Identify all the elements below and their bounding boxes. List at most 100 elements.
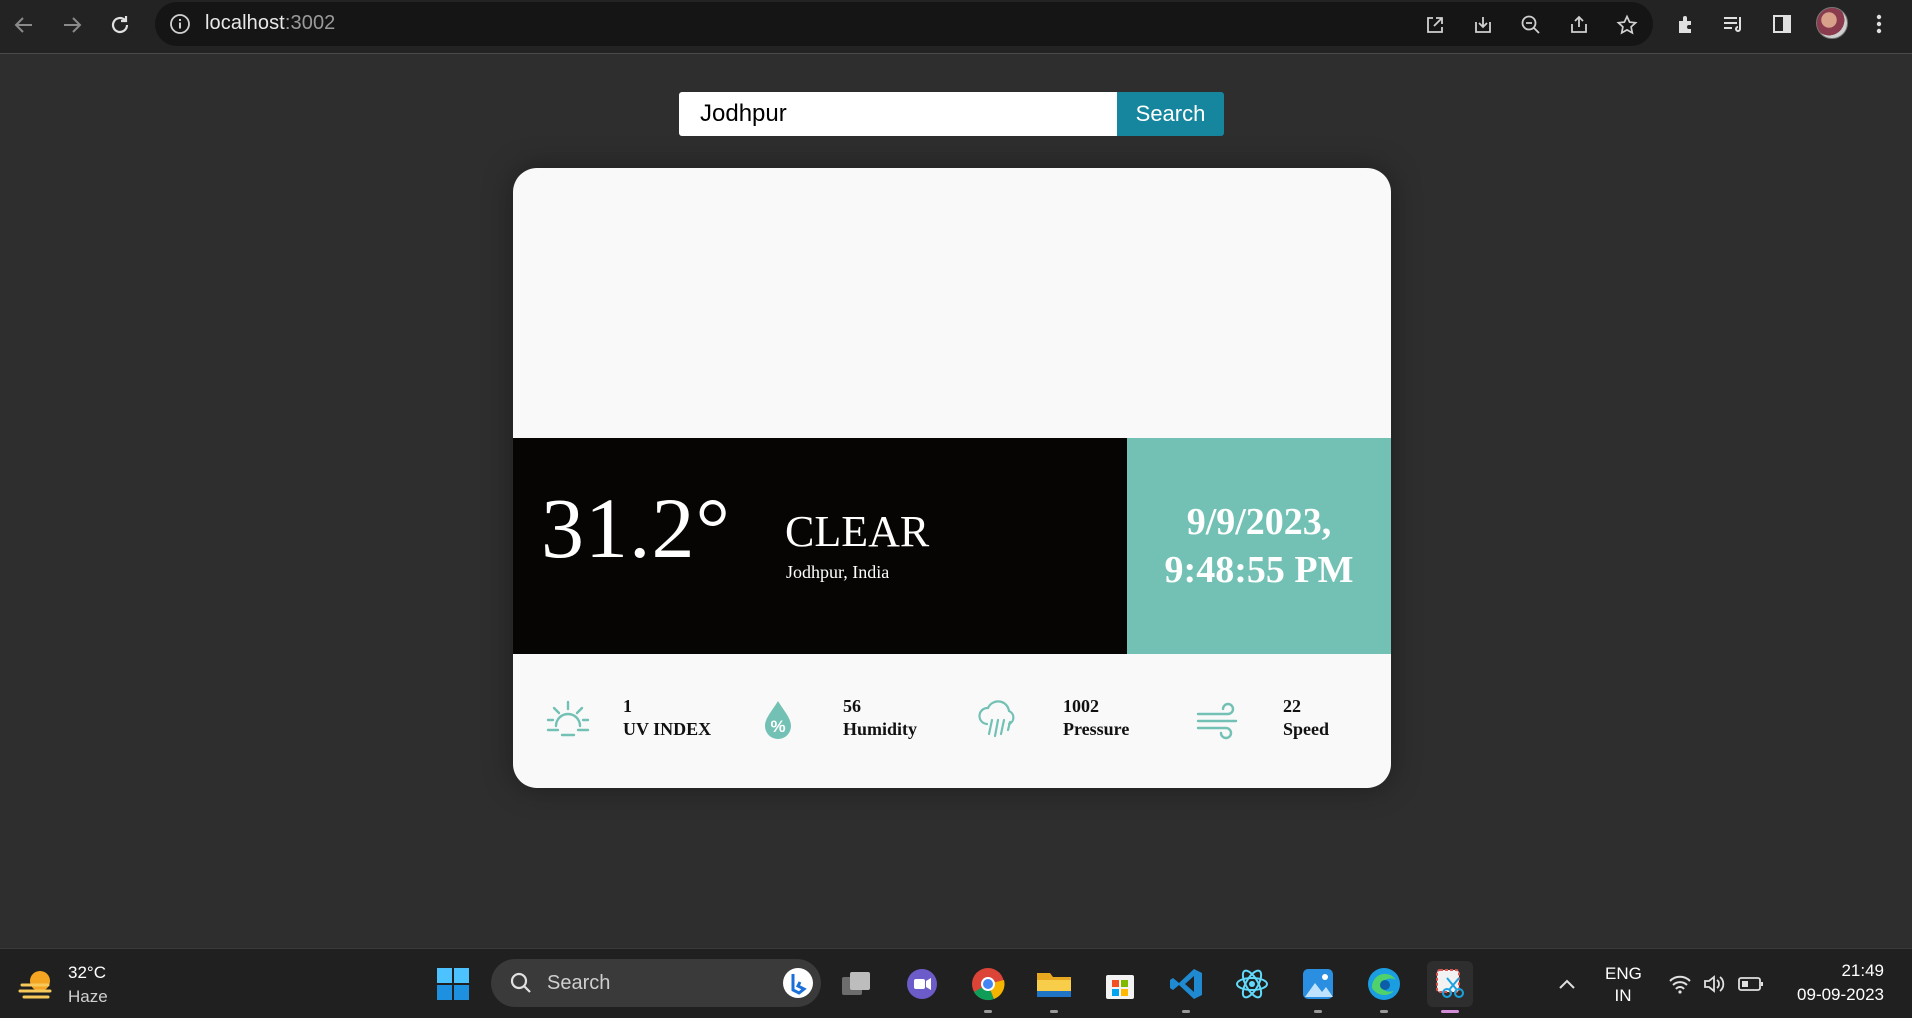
bookmark-star-icon[interactable] <box>1613 11 1641 39</box>
store-icon <box>1106 975 1134 999</box>
browser-toolbar: localhost:3002 <box>0 0 1912 54</box>
task-view-icon <box>842 972 870 995</box>
taskbar-weather-temp: 32°C <box>68 963 106 982</box>
start-button[interactable] <box>430 961 476 1007</box>
teams-chat-icon <box>907 969 937 999</box>
taskbar-search-box[interactable]: Search <box>491 959 821 1007</box>
pressure-value: 1002 <box>1063 696 1099 716</box>
microsoft-store-button[interactable] <box>1097 961 1143 1007</box>
city-search-form: Search <box>679 92 1224 136</box>
bing-icon[interactable] <box>781 966 815 1000</box>
teams-chat-button[interactable] <box>899 961 945 1007</box>
chevron-up-icon <box>1559 979 1575 989</box>
url-port: :3002 <box>284 12 336 34</box>
uv-index-value: 1 <box>623 696 632 716</box>
city-search-input[interactable] <box>679 92 1117 136</box>
photos-icon <box>1303 969 1333 999</box>
active-indicator <box>1441 1010 1459 1013</box>
system-clock[interactable]: 21:49 09-09-2023 <box>1797 959 1884 1007</box>
zoom-out-icon[interactable] <box>1517 11 1545 39</box>
weather-icon-area <box>513 168 1391 438</box>
svg-text:%: % <box>770 717 785 736</box>
profile-avatar[interactable] <box>1816 7 1848 39</box>
running-indicator <box>984 1010 992 1013</box>
sun-icon <box>546 700 590 737</box>
browser-menu-icon[interactable] <box>1864 9 1894 39</box>
snipping-tool-button[interactable] <box>1427 961 1473 1013</box>
folder-icon <box>1037 973 1071 997</box>
battery-icon[interactable] <box>1736 969 1766 999</box>
taskbar-weather-widget[interactable]: 32°C Haze <box>18 961 128 1009</box>
stat-uv-index: 1 UV INDEX <box>513 654 733 788</box>
region-code: IN <box>1614 986 1632 1005</box>
taskbar-weather-condition: Haze <box>68 987 108 1006</box>
reload-icon <box>111 16 129 34</box>
back-button[interactable] <box>6 7 42 43</box>
weather-location: Jodhpur, India <box>786 562 890 582</box>
weather-stats: 1 UV INDEX % 56 Humidity 1002 Pressure 2… <box>513 654 1391 788</box>
datetime-panel: 9/9/2023, 9:48:55 PM <box>1127 438 1391 654</box>
taskbar: 32°C Haze Search ENG IN 21:49 09-09-2023 <box>0 948 1912 1018</box>
search-icon <box>510 972 531 993</box>
site-info-icon[interactable] <box>169 13 191 35</box>
taskbar-search-label: Search <box>547 972 611 994</box>
date-text: 9/9/2023, <box>1186 501 1332 543</box>
running-indicator <box>1050 1010 1058 1013</box>
humidity-label: Humidity <box>843 719 918 739</box>
side-panel-icon[interactable] <box>1767 9 1797 39</box>
edge-button[interactable] <box>1361 961 1407 1013</box>
clock-date: 09-09-2023 <box>1797 985 1884 1004</box>
reading-list-icon[interactable] <box>1719 9 1749 39</box>
running-indicator <box>1380 1010 1388 1013</box>
reload-button[interactable] <box>102 7 138 43</box>
uv-index-label: UV INDEX <box>623 719 712 739</box>
humidity-value: 56 <box>843 696 861 716</box>
extensions-icon[interactable] <box>1671 9 1701 39</box>
file-explorer-button[interactable] <box>1031 961 1077 1013</box>
forward-button[interactable] <box>54 7 90 43</box>
share-icon[interactable] <box>1565 11 1593 39</box>
volume-icon[interactable] <box>1700 969 1730 999</box>
temperature-panel: 31.2° CLEAR Jodhpur, India <box>513 438 1127 654</box>
edge-icon <box>1368 968 1400 1000</box>
running-indicator <box>1314 1010 1322 1013</box>
rain-cloud-icon <box>978 700 1015 738</box>
language-code: ENG <box>1605 964 1642 983</box>
show-hidden-icons-button[interactable] <box>1552 969 1582 999</box>
weather-summary: 31.2° CLEAR Jodhpur, India 9/9/2023, 9:4… <box>513 438 1391 654</box>
stat-humidity: % 56 Humidity <box>733 654 953 788</box>
url-text[interactable]: localhost:3002 <box>205 12 335 35</box>
wifi-icon[interactable] <box>1665 969 1695 999</box>
weather-condition: CLEAR <box>785 507 930 556</box>
wind-icon <box>1196 702 1238 740</box>
search-button[interactable]: Search <box>1117 92 1224 136</box>
vscode-button[interactable] <box>1163 961 1209 1013</box>
photos-button[interactable] <box>1295 961 1341 1013</box>
running-indicator <box>1182 1010 1190 1013</box>
stat-wind-speed: 22 Speed <box>1173 654 1391 788</box>
input-language-indicator[interactable]: ENG IN <box>1605 963 1642 1007</box>
weather-card: 31.2° CLEAR Jodhpur, India 9/9/2023, 9:4… <box>513 168 1391 788</box>
snipping-tool-icon <box>1436 969 1464 998</box>
wind-speed-value: 22 <box>1283 696 1301 716</box>
haze-sun-icon <box>18 971 52 999</box>
url-host: localhost <box>205 12 285 34</box>
chrome-icon <box>972 968 1005 1001</box>
wind-speed-label: Speed <box>1283 719 1330 739</box>
task-view-button[interactable] <box>833 961 879 1007</box>
clock-time: 21:49 <box>1841 961 1884 980</box>
open-in-app-icon[interactable] <box>1421 11 1449 39</box>
address-bar[interactable]: localhost:3002 <box>155 2 1653 46</box>
stat-pressure: 1002 Pressure <box>953 654 1173 788</box>
windows-logo-icon <box>437 968 469 1000</box>
react-icon <box>1236 969 1268 999</box>
time-text: 9:48:55 PM <box>1164 549 1354 591</box>
pressure-label: Pressure <box>1063 719 1130 739</box>
humidity-drop-icon: % <box>765 701 791 739</box>
react-devtools-button[interactable] <box>1229 961 1275 1007</box>
chrome-taskbar-button[interactable] <box>965 961 1011 1013</box>
forward-arrow-icon <box>64 17 82 33</box>
vscode-icon <box>1170 969 1202 999</box>
install-app-icon[interactable] <box>1469 11 1497 39</box>
temperature-value: 31.2° <box>541 480 731 576</box>
